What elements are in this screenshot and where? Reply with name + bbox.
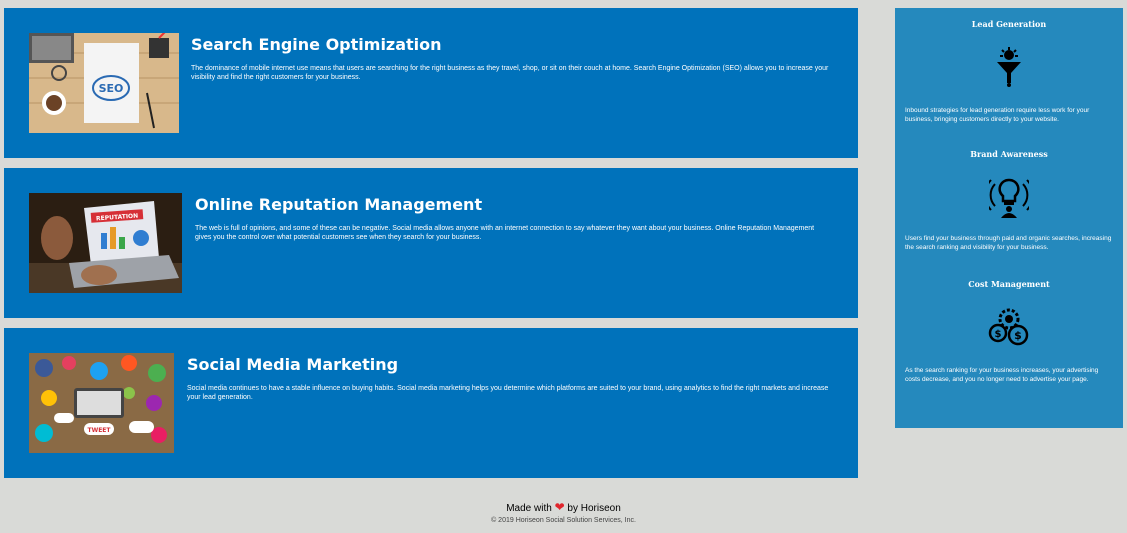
smm-article: TWEET Social Media Marketing Social medi…: [4, 328, 858, 478]
copyright: © 2019 Horiseon Social Solution Services…: [491, 517, 636, 524]
made-with-text: Made with: [506, 503, 552, 514]
benefit-cost-management: Cost Management $ $ As the search rankin…: [895, 279, 1123, 384]
article-body: The web is full of opinions, and some of…: [195, 225, 815, 241]
orm-article: REPUTATION Online Reputation Management …: [4, 168, 858, 318]
benefits-sidebar: Lead Generation Inbound strategies for l…: [895, 8, 1123, 428]
made-with-line: Made with ❤ by Horiseon: [0, 500, 1127, 516]
benefit-body: Inbound strategies for lead generation r…: [905, 107, 1090, 123]
benefit-title: Lead Generation: [971, 19, 1047, 29]
article-title: Search Engine Optimization: [191, 35, 442, 54]
benefit-body: As the search ranking for your business …: [905, 367, 1099, 383]
social-media-image: TWEET: [29, 353, 174, 453]
benefit-title: Brand Awareness: [970, 149, 1048, 159]
cost-management-coins-icon: $ $: [988, 308, 1029, 346]
article-title: Online Reputation Management: [195, 195, 483, 214]
benefit-brand-awareness: Brand Awareness Users find your business…: [895, 149, 1123, 252]
benefit-title: Cost Management: [968, 279, 1050, 289]
svg-text:$: $: [995, 329, 1002, 340]
reputation-image: REPUTATION: [29, 193, 182, 293]
article-title: Social Media Marketing: [187, 355, 399, 374]
svg-text:$: $: [1014, 329, 1022, 342]
benefit-lead-generation: Lead Generation Inbound strategies for l…: [895, 19, 1123, 124]
article-body: Social media continues to have a stable …: [187, 385, 829, 401]
social-media-image-label: TWEET: [87, 427, 111, 434]
seo-image: SEO: [29, 33, 179, 133]
brand-awareness-lightbulb-icon: [989, 178, 1029, 218]
article-body: The dominance of mobile internet use mea…: [191, 65, 829, 81]
benefit-body: Users find your business through paid an…: [905, 235, 1112, 251]
heart-icon: ❤: [554, 500, 565, 514]
footer: Made with ❤ by Horiseon © 2019 Horiseon …: [0, 500, 1127, 526]
seo-image-label: SEO: [99, 82, 124, 95]
lead-generation-funnel-icon: [997, 47, 1021, 87]
seo-article: SEO Search Engine Optimization The domin…: [4, 8, 858, 158]
by-horiseon-text: by Horiseon: [567, 503, 621, 514]
